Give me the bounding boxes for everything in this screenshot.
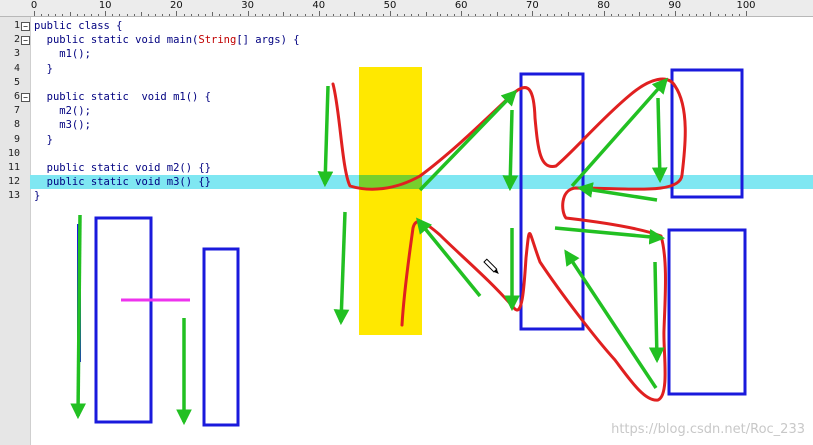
flow-arrow-11: [564, 249, 658, 389]
flow-arrow-6: [416, 217, 482, 298]
flow-arrow-9: [554, 226, 666, 245]
flow-arrow-1: [317, 85, 334, 188]
stack-box-4: [94, 216, 153, 424]
flow-arrow-8: [651, 97, 668, 184]
stack-box-1: [519, 72, 585, 331]
flow-arrow-3: [418, 89, 518, 192]
pencil-cursor-icon: [483, 258, 499, 275]
flow-arrow-7: [570, 77, 669, 188]
watermark: https://blog.csdn.net/Roc_233: [611, 422, 805, 437]
yellow-band: [359, 67, 422, 335]
flow-arrow-10: [648, 261, 665, 364]
stack-box-5: [202, 247, 240, 427]
stack-box-3: [667, 228, 747, 396]
flow-arrow-2: [333, 211, 350, 326]
flow-arrow-13: [70, 214, 86, 420]
flow-arrow-4: [502, 109, 519, 192]
annotation-drawing: [70, 67, 747, 427]
